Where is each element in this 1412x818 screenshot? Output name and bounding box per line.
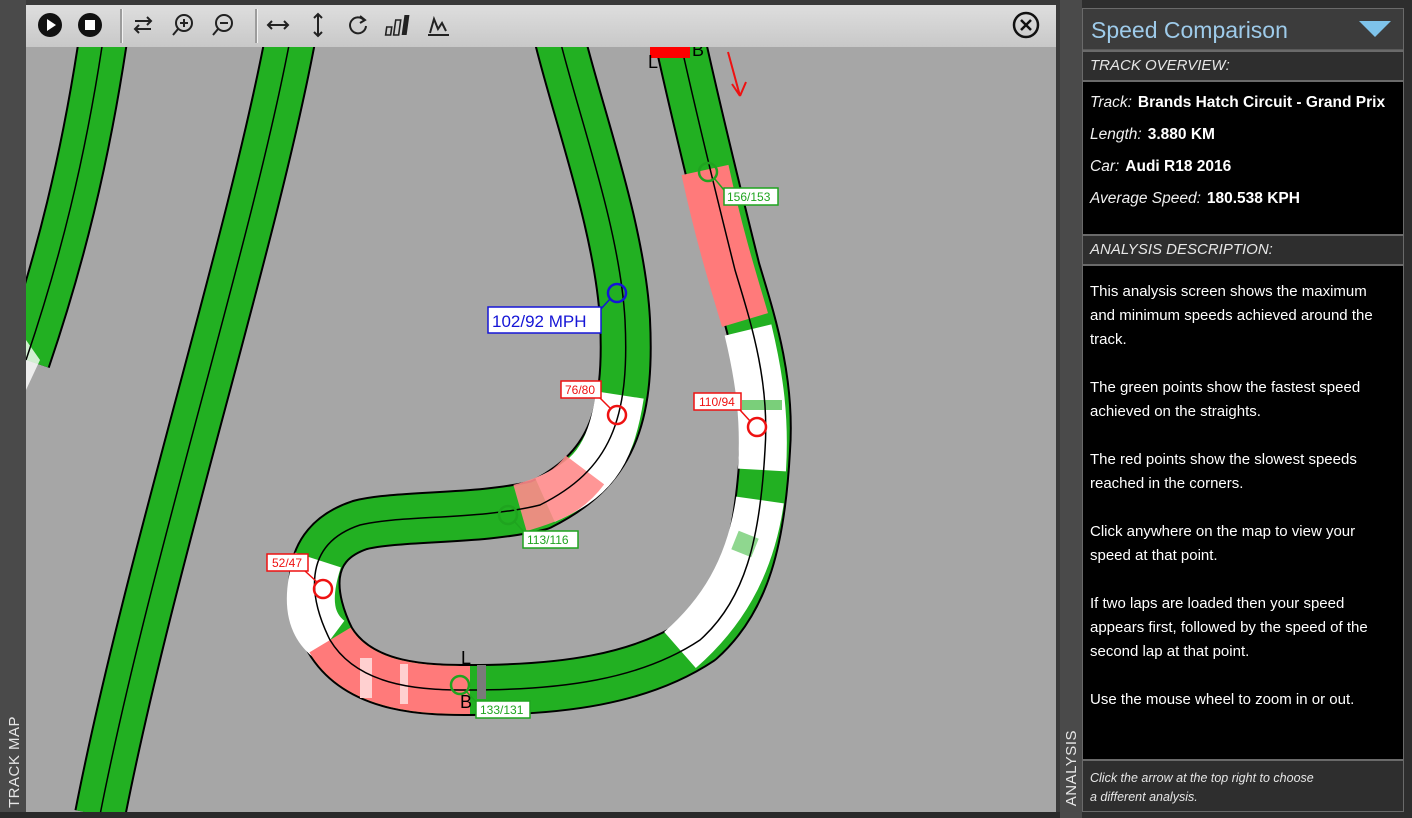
analysis-description-heading: ANALYSIS DESCRIPTION: — [1083, 234, 1403, 266]
close-icon — [1012, 11, 1040, 39]
description-paragraph: This analysis screen shows the maximum a… — [1090, 283, 1373, 348]
bars-button[interactable] — [382, 9, 414, 41]
zoom-out-icon — [212, 14, 233, 36]
fit-vertical-button[interactable] — [302, 9, 334, 41]
speed-label-cursor: 102/92 MPH — [492, 312, 587, 331]
overview-row-car: Car: Audi R18 2016 — [1090, 156, 1403, 188]
overview-value: 3.880 KM — [1147, 126, 1215, 143]
zoom-out-button[interactable] — [207, 9, 239, 41]
rotate-button[interactable] — [342, 9, 374, 41]
track-segment-main[interactable] — [286, 47, 792, 716]
direction-arrow-icon — [727, 51, 747, 97]
track-map-canvas[interactable]: L B L B 156/153 102/92 MPH 76/80 110/94 … — [26, 47, 1056, 812]
play-icon — [38, 13, 62, 37]
map-toolbar — [26, 5, 1056, 48]
graph-icon — [428, 15, 449, 36]
stop-button[interactable] — [74, 9, 106, 41]
description-paragraph: The green points show the fastest speed … — [1090, 379, 1361, 420]
overview-key: Track: — [1090, 94, 1132, 111]
track-overview-heading: TRACK OVERVIEW: — [1083, 50, 1403, 82]
bottom-lap-letter-l: L — [461, 648, 471, 668]
fit-horizontal-button[interactable] — [262, 9, 294, 41]
track-segment-far-left[interactable] — [26, 47, 128, 390]
speed-label-p5: 52/47 — [272, 556, 302, 570]
overview-row-average-speed: Average Speed: 180.538 KPH — [1090, 188, 1403, 220]
description-paragraph: The red points show the slowest speeds r… — [1090, 451, 1357, 492]
analysis-header: Speed Comparison — [1083, 9, 1403, 50]
zoom-in-button[interactable] — [167, 9, 199, 41]
stop-icon — [78, 13, 102, 37]
speed-label-p3: 110/94 — [699, 395, 735, 409]
description-paragraph: Use the mouse wheel to zoom in or out. — [1090, 691, 1355, 708]
rotate-icon — [349, 15, 367, 35]
description-paragraph: Click anywhere on the map to view your s… — [1090, 523, 1356, 564]
swap-button[interactable] — [127, 9, 159, 41]
analysis-title: Speed Comparison — [1091, 17, 1288, 43]
toolbar-separator — [255, 9, 258, 43]
fit-horizontal-icon — [266, 20, 290, 30]
toolbar-separator — [120, 9, 123, 43]
analysis-pane: ANALYSIS Speed Comparison TRACK OVERVIEW… — [1060, 0, 1412, 818]
speed-label-p6: 133/131 — [480, 703, 524, 717]
overview-key: Car: — [1090, 158, 1120, 175]
speed-label-p2: 76/80 — [565, 383, 595, 397]
graph-button[interactable] — [422, 9, 454, 41]
overview-row-track: Track: Brands Hatch Circuit - Grand Prix — [1090, 92, 1403, 124]
track-segment-straight[interactable] — [74, 47, 316, 812]
top-lap-letter-b: B — [692, 47, 704, 60]
finish-marker — [477, 665, 486, 699]
track-svg[interactable]: L B L B 156/153 102/92 MPH 76/80 110/94 … — [26, 47, 1056, 812]
track-map-pane: TRACK MAP L B L B 156/153 102/92 MPH 76/… — [0, 0, 1060, 818]
overview-value: 180.538 KPH — [1206, 190, 1300, 207]
top-lap-letter-l: L — [648, 52, 658, 72]
track-overview: Track: Brands Hatch Circuit - Grand Prix … — [1083, 82, 1403, 234]
analysis-description: This analysis screen shows the maximum a… — [1083, 266, 1403, 748]
overview-value: Audi R18 2016 — [1125, 158, 1232, 175]
speed-label-p4: 113/116 — [527, 533, 569, 547]
swap-icon — [133, 16, 153, 34]
footer-line: a different analysis. — [1090, 790, 1198, 804]
overview-key: Length: — [1090, 126, 1142, 143]
fit-vertical-icon — [313, 12, 323, 38]
description-paragraph: If two laps are loaded then your speed a… — [1090, 595, 1368, 660]
speed-label-p1: 156/153 — [727, 190, 771, 204]
play-button[interactable] — [34, 9, 66, 41]
analysis-sidebar: ANALYSIS — [1060, 0, 1082, 818]
zoom-in-icon — [172, 14, 193, 36]
footer-line: Click the arrow at the top right to choo… — [1090, 771, 1314, 785]
overview-row-length: Length: 3.880 KM — [1090, 124, 1403, 156]
close-button[interactable] — [1010, 9, 1042, 41]
overview-key: Average Speed: — [1090, 190, 1201, 207]
chevron-down-icon[interactable] — [1359, 21, 1391, 37]
analysis-footer: Click the arrow at the top right to choo… — [1083, 759, 1403, 811]
analysis-panel: Speed Comparison TRACK OVERVIEW: Track: B… — [1082, 8, 1404, 812]
track-map-vertical-label: TRACK MAP — [6, 715, 23, 808]
bars-icon — [384, 15, 410, 36]
track-map-sidebar: TRACK MAP — [0, 0, 26, 818]
analysis-vertical-label: ANALYSIS — [1063, 729, 1080, 806]
overview-value: Brands Hatch Circuit - Grand Prix — [1137, 94, 1386, 111]
